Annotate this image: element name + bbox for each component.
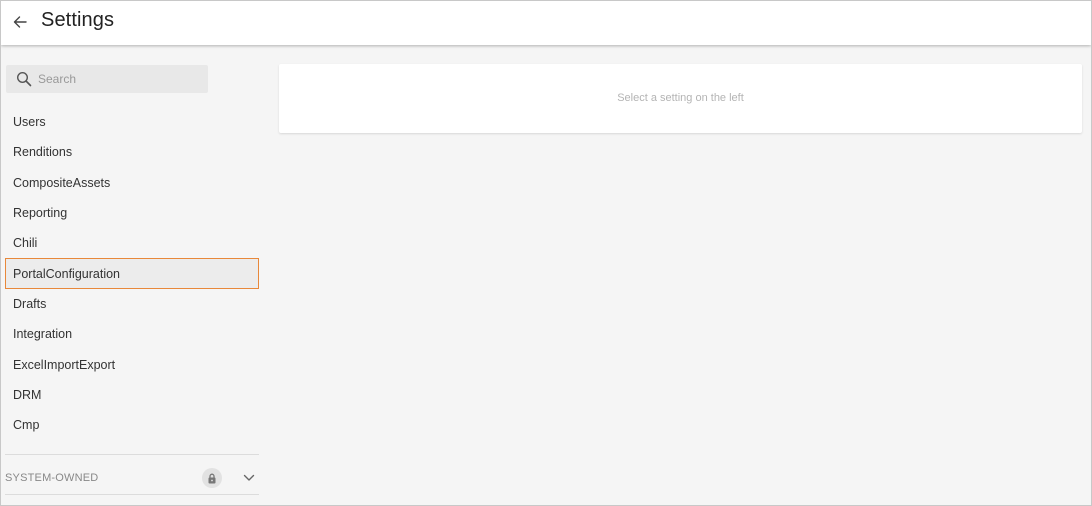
sidebar-item-label: DRM xyxy=(13,387,42,402)
settings-detail-panel: Select a setting on the left xyxy=(279,64,1082,133)
lock-icon xyxy=(208,473,216,483)
sidebar-item-label: Renditions xyxy=(13,145,73,160)
sidebar-item-drafts[interactable]: Drafts xyxy=(5,289,263,319)
sidebar-item-excelimportexport[interactable]: ExcelImportExport xyxy=(5,349,263,379)
settings-window: Settings Users Renditions CompositeAsset… xyxy=(0,0,1092,506)
lock-badge xyxy=(202,468,222,488)
settings-list: Users Renditions CompositeAssets Reporti… xyxy=(1,107,261,440)
sidebar-item-chili[interactable]: Chili xyxy=(5,228,263,258)
section-divider xyxy=(5,454,259,455)
sidebar-item-integration[interactable]: Integration xyxy=(5,319,263,349)
sidebar-item-portalconfiguration[interactable]: PortalConfiguration xyxy=(5,258,259,289)
sidebar-item-label: Reporting xyxy=(13,206,68,221)
sidebar-item-label: Drafts xyxy=(13,296,47,311)
system-owned-label: SYSTEM-OWNED xyxy=(5,472,99,484)
sidebar-item-label: Chili xyxy=(13,236,38,251)
sidebar-item-cmp[interactable]: Cmp xyxy=(5,410,263,440)
search-box[interactable] xyxy=(6,65,208,93)
sidebar-item-drm[interactable]: DRM xyxy=(5,380,263,410)
back-button[interactable] xyxy=(10,12,30,32)
sidebar-item-label: PortalConfiguration xyxy=(13,266,121,281)
empty-state-message: Select a setting on the left xyxy=(617,92,744,104)
sidebar-item-users[interactable]: Users xyxy=(5,107,263,137)
sidebar-item-label: CompositeAssets xyxy=(13,175,111,190)
sidebar-item-compositeassets[interactable]: CompositeAssets xyxy=(5,168,263,198)
settings-sidebar: Users Renditions CompositeAssets Reporti… xyxy=(1,45,261,505)
chevron-down-icon xyxy=(243,474,255,481)
sidebar-item-reporting[interactable]: Reporting xyxy=(5,198,263,228)
page-title: Settings xyxy=(41,9,115,31)
sidebar-item-label: Users xyxy=(13,115,46,130)
sidebar-item-label: Cmp xyxy=(13,418,40,433)
app-header: Settings xyxy=(1,1,1091,45)
sidebar-item-label: ExcelImportExport xyxy=(13,357,116,372)
section-divider xyxy=(5,494,259,495)
sidebar-item-label: Integration xyxy=(13,327,73,342)
system-owned-toggle[interactable] xyxy=(241,471,257,485)
search-input[interactable] xyxy=(38,69,203,89)
sidebar-item-renditions[interactable]: Renditions xyxy=(5,137,263,167)
search-icon xyxy=(16,71,32,87)
arrow-left-icon xyxy=(13,16,27,28)
